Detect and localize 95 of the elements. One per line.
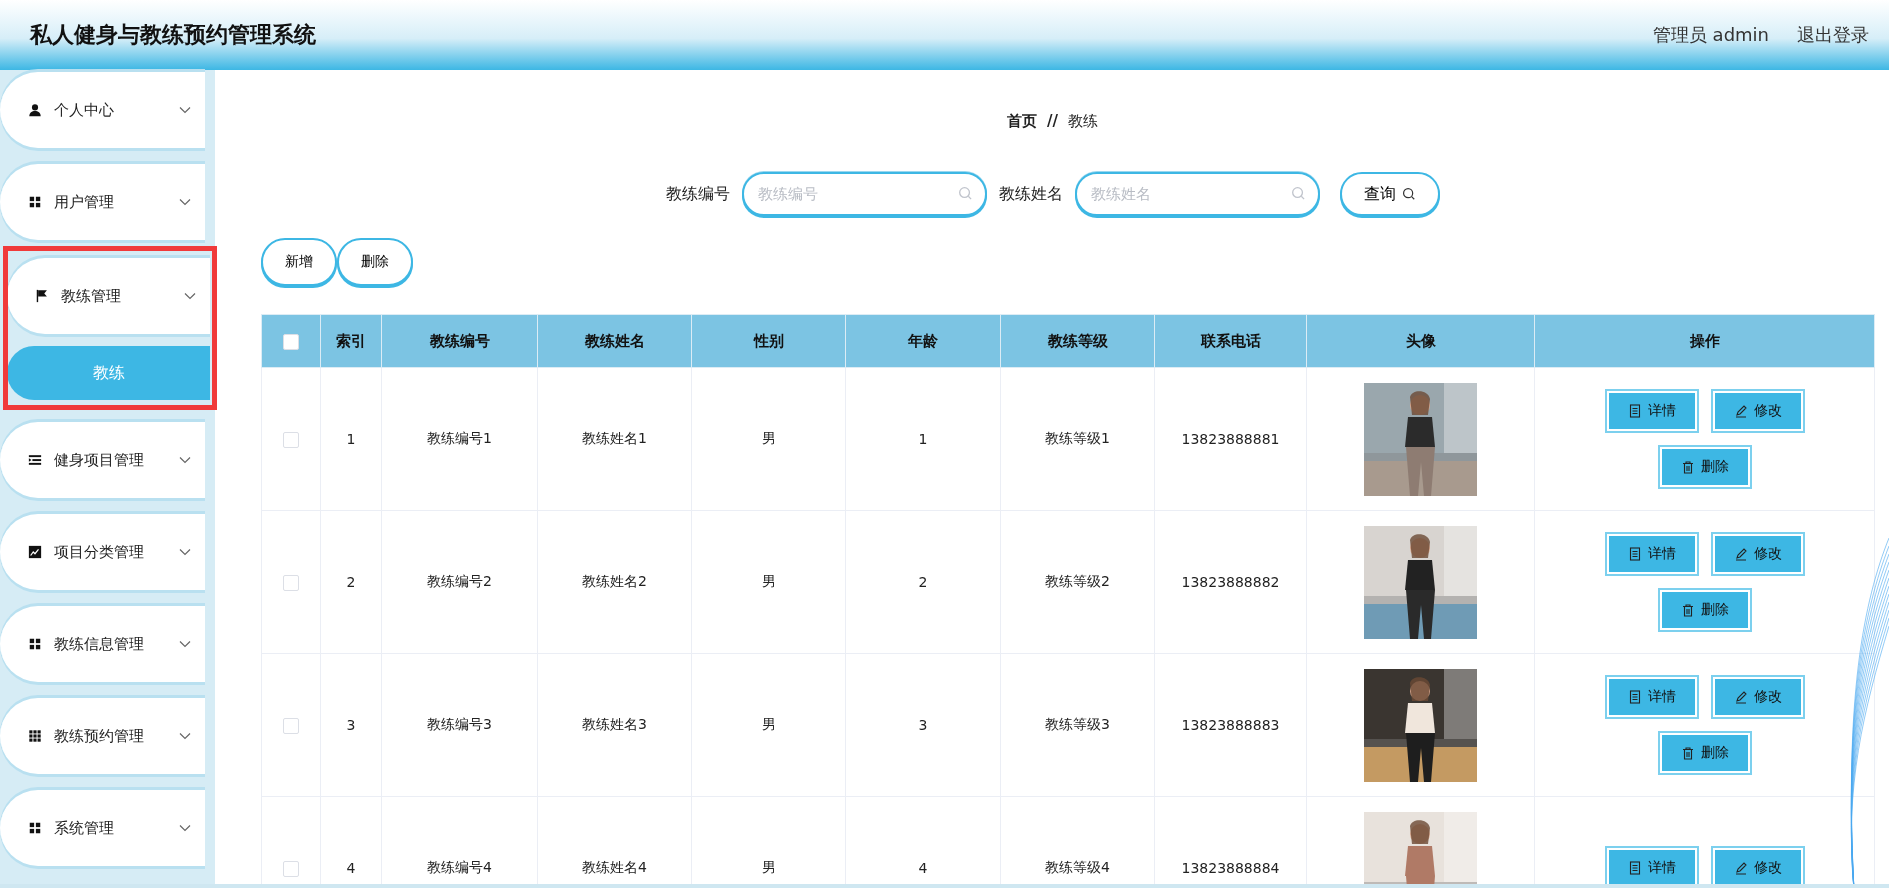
- chevron-icon: [179, 732, 191, 740]
- table-cell: 13823888883: [1154, 653, 1307, 797]
- document-icon: [1627, 690, 1642, 704]
- pencil-icon: [1733, 861, 1748, 875]
- column-header: 教练姓名: [537, 314, 692, 368]
- flag-icon: [35, 289, 49, 303]
- menu-item[interactable]: 健身项目管理: [0, 422, 205, 498]
- table-cell: 3: [320, 653, 382, 797]
- column-header: 联系电话: [1154, 314, 1307, 368]
- menu-item[interactable]: 系统管理: [0, 790, 205, 866]
- edit-button[interactable]: 修改: [1712, 391, 1803, 431]
- table-cell: 2: [320, 510, 382, 654]
- pencil-icon: [1733, 404, 1748, 418]
- column-header: 性别: [691, 314, 846, 368]
- menu-item[interactable]: 用户管理: [0, 164, 205, 240]
- breadcrumb-link[interactable]: 教练: [1068, 111, 1098, 131]
- edit-button[interactable]: 修改: [1712, 534, 1803, 574]
- chevron-icon: [179, 548, 191, 556]
- table-cell: 3: [845, 653, 1001, 797]
- document-icon: [1627, 547, 1642, 561]
- row-checkbox[interactable]: [283, 860, 299, 877]
- menu-item[interactable]: 项目分类管理: [0, 514, 205, 590]
- search-field[interactable]: 教练编号: [741, 172, 987, 216]
- list-icon: [28, 453, 42, 467]
- column-header: 头像: [1306, 314, 1535, 368]
- logout-link[interactable]: 退出登录: [1797, 23, 1869, 47]
- table-cell: 13823888881: [1154, 367, 1307, 511]
- person-icon: [28, 103, 42, 117]
- document-icon: [1627, 861, 1642, 875]
- grid-icon: [28, 821, 42, 835]
- trash-icon: [1680, 460, 1695, 474]
- document-icon: [1627, 404, 1642, 418]
- delete-button[interactable]: 删除: [1659, 447, 1750, 487]
- select-all-checkbox[interactable]: [283, 333, 299, 350]
- column-header: 教练等级: [1000, 314, 1155, 368]
- row-checkbox[interactable]: [283, 431, 299, 448]
- breadcrumb-separator: //: [1047, 112, 1058, 130]
- table-cell: 教练等级3: [1000, 653, 1155, 797]
- search-icon: [1401, 187, 1416, 201]
- row-checkbox[interactable]: [283, 574, 299, 591]
- search-icon: [957, 186, 973, 201]
- column-header: 操作: [1534, 314, 1875, 368]
- delete-button[interactable]: 删除: [1659, 733, 1750, 773]
- menu-item[interactable]: 教练预约管理: [0, 698, 205, 774]
- trash-icon: [1680, 603, 1695, 617]
- search-button[interactable]: 查询: [1339, 172, 1440, 216]
- table-cell: 教练姓名1: [537, 367, 692, 511]
- details-button[interactable]: 详情: [1606, 534, 1697, 574]
- search-field[interactable]: 教练姓名: [1074, 172, 1320, 216]
- menu-item[interactable]: 教练管理: [7, 258, 210, 334]
- chevron-icon: [179, 824, 191, 832]
- table-cell: 教练姓名3: [537, 653, 692, 797]
- table-cell: 教练姓名2: [537, 510, 692, 654]
- table-cell: 教练编号3: [381, 653, 538, 797]
- row-checkbox[interactable]: [283, 717, 299, 734]
- table-cell: 教练等级1: [1000, 367, 1155, 511]
- column-header: 索引: [320, 314, 382, 368]
- field-label: 教练编号: [665, 183, 730, 205]
- chevron-icon: [179, 640, 191, 648]
- table-cell: 1: [320, 367, 382, 511]
- grid-icon: [28, 729, 42, 743]
- table-cell: 2: [845, 510, 1001, 654]
- app-title: 私人健身与教练预约管理系统: [30, 21, 316, 49]
- table-cell: 男: [691, 510, 846, 654]
- menu-item[interactable]: 教练信息管理: [0, 606, 205, 682]
- table-cell: 男: [691, 653, 846, 797]
- chevron-icon: [179, 198, 191, 206]
- table-cell: 教练编号2: [381, 510, 538, 654]
- chevron-icon: [184, 292, 196, 300]
- edit-button[interactable]: 修改: [1712, 677, 1803, 717]
- trash-icon: [1680, 746, 1695, 760]
- column-header: 教练编号: [381, 314, 538, 368]
- grid-icon: [28, 637, 42, 651]
- breadcrumb-link[interactable]: 首页: [1007, 111, 1037, 131]
- chevron-icon: [179, 106, 191, 114]
- grid-icon: [28, 195, 42, 209]
- delete-button[interactable]: 删除: [1659, 590, 1750, 630]
- column-header: 年龄: [845, 314, 1001, 368]
- table-cell: 教练等级2: [1000, 510, 1155, 654]
- field-label: 教练姓名: [998, 183, 1063, 205]
- pencil-icon: [1733, 690, 1748, 704]
- chart-icon: [28, 545, 42, 559]
- menu-item[interactable]: 个人中心: [0, 72, 205, 148]
- details-button[interactable]: 详情: [1606, 677, 1697, 717]
- pencil-icon: [1733, 547, 1748, 561]
- table-cell: 教练编号1: [381, 367, 538, 511]
- search-icon: [1290, 186, 1306, 201]
- chevron-icon: [179, 456, 191, 464]
- table-cell: 男: [691, 367, 846, 511]
- table-cell: 13823888882: [1154, 510, 1307, 654]
- details-button[interactable]: 详情: [1606, 391, 1697, 431]
- add-button[interactable]: 新增: [261, 238, 337, 286]
- user-label: 管理员 admin: [1652, 23, 1769, 47]
- table-cell: 1: [845, 367, 1001, 511]
- delete-button[interactable]: 删除: [337, 238, 413, 286]
